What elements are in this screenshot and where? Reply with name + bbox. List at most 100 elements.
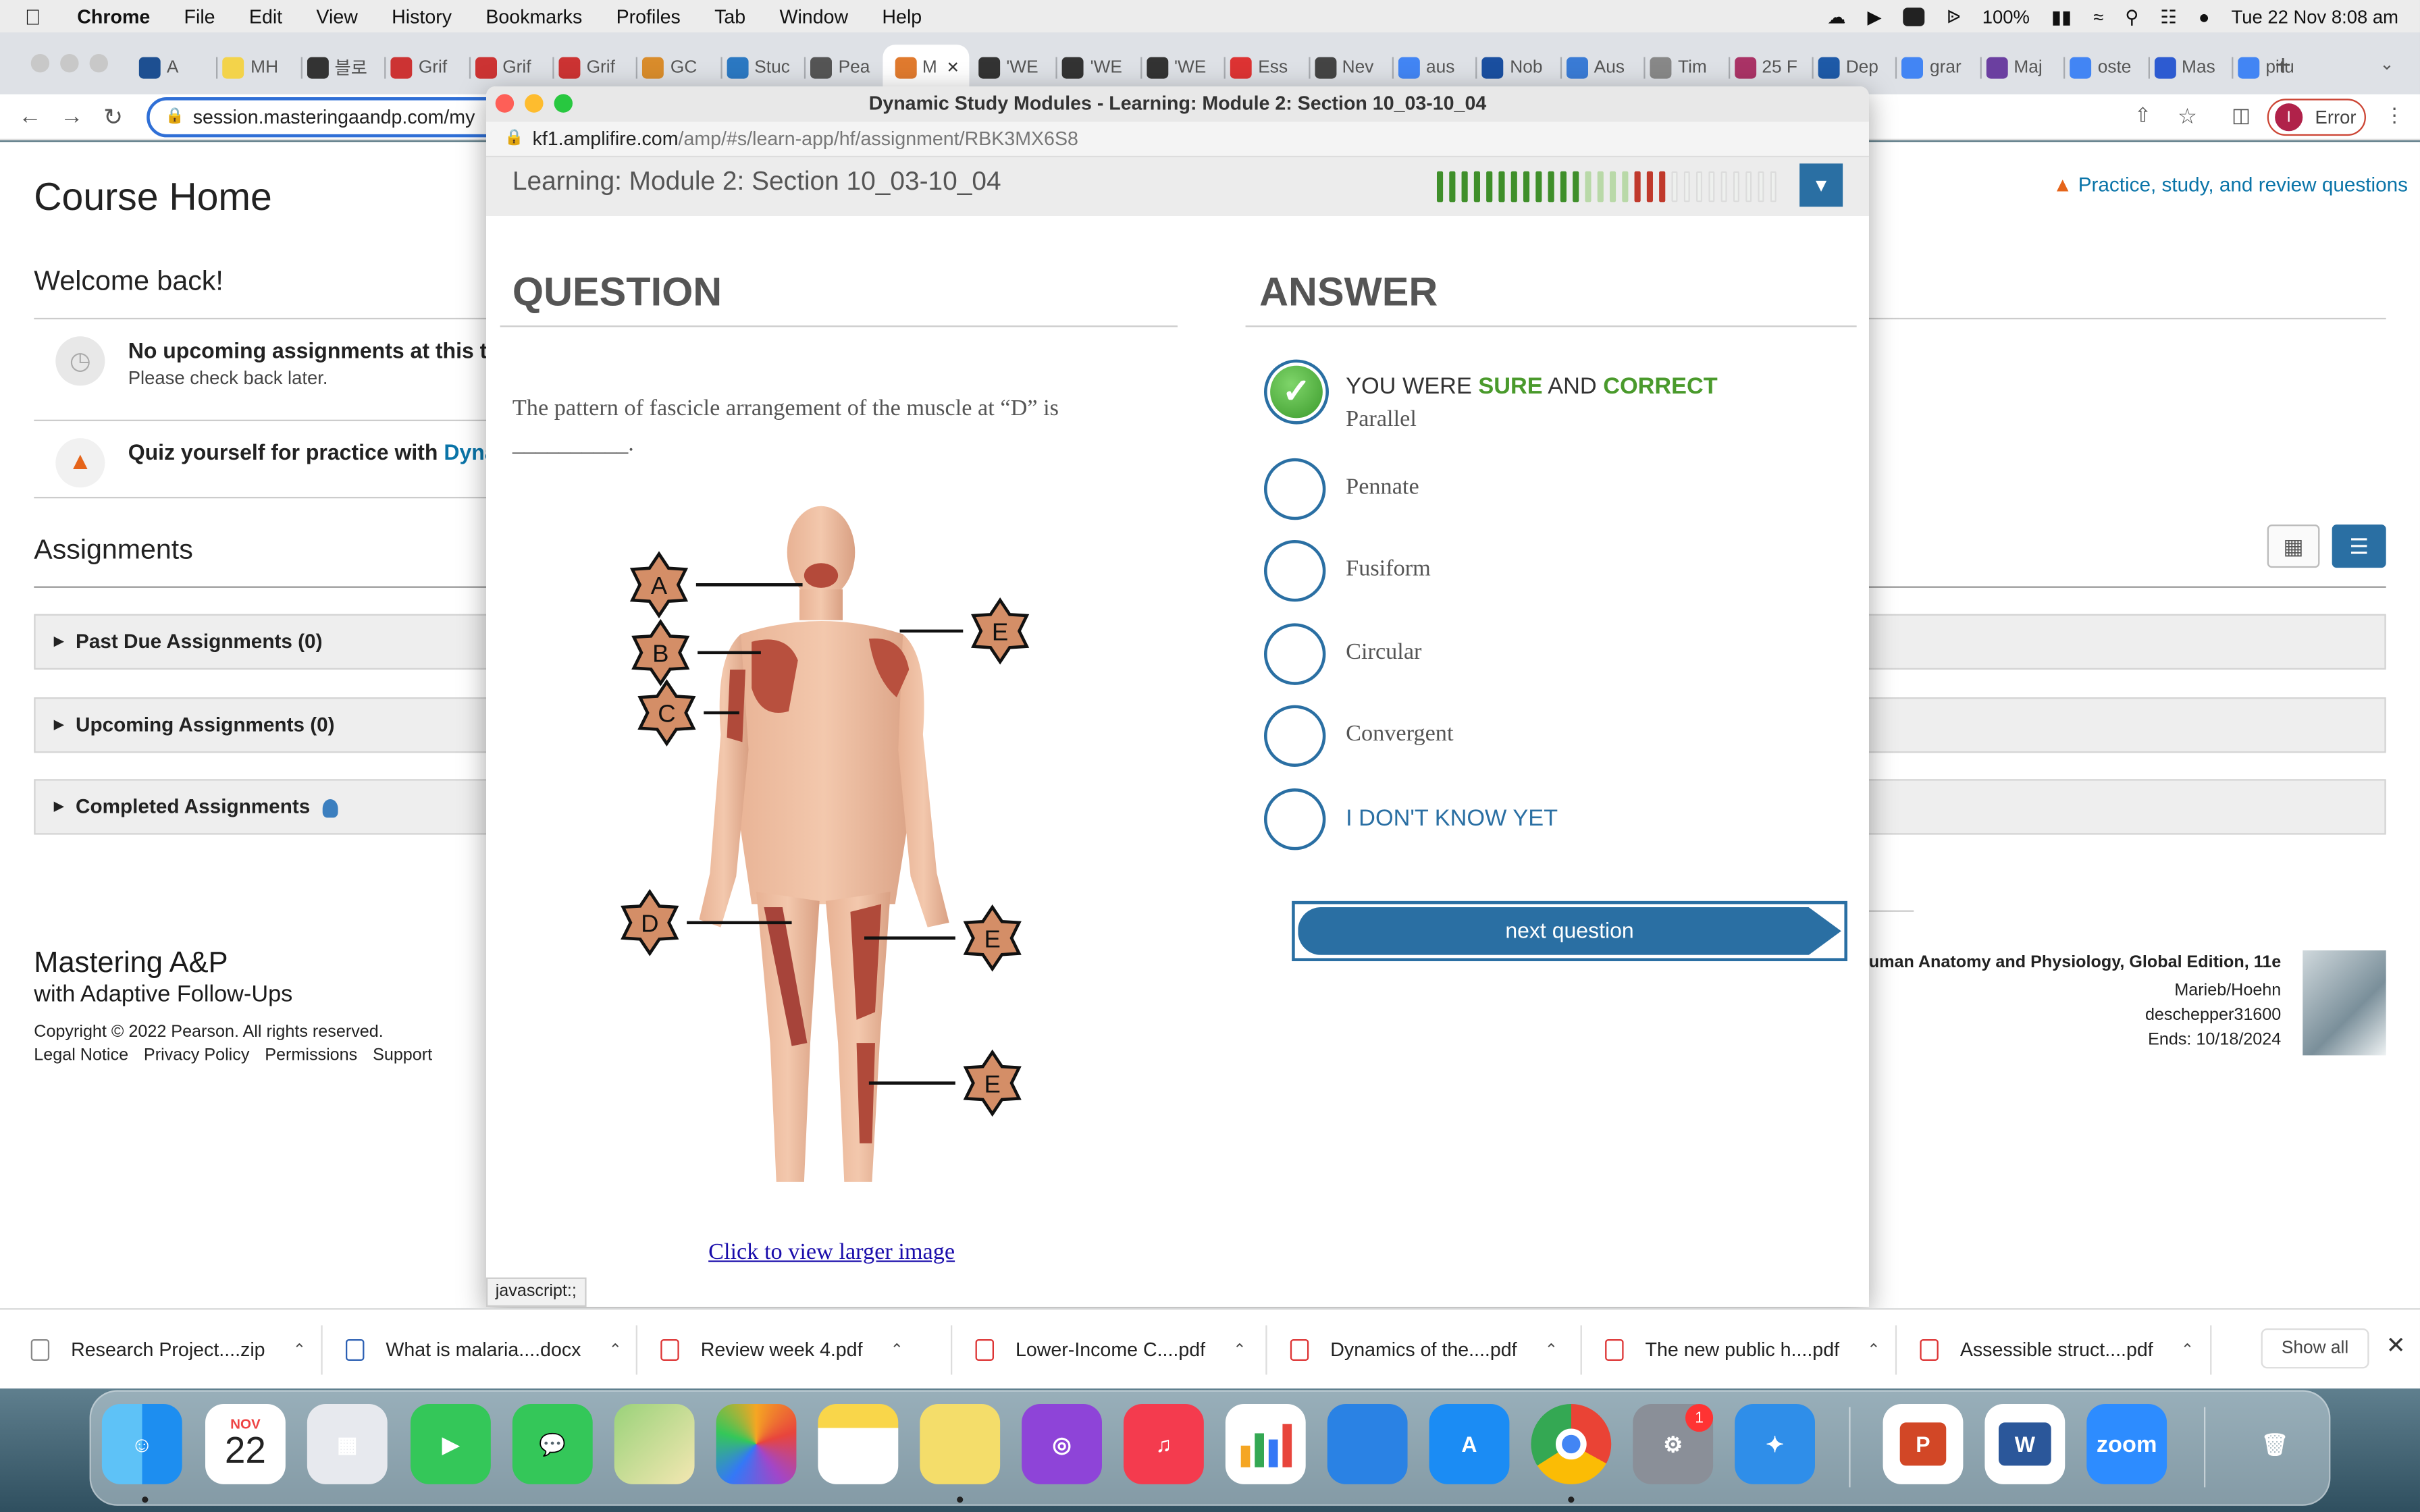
- browser-tab[interactable]: Grif: [558, 48, 633, 88]
- browser-tab[interactable]: 'WE: [978, 48, 1053, 88]
- browser-tab[interactable]: 'WE: [1146, 48, 1221, 88]
- popup-minimize-button[interactable]: [525, 94, 544, 113]
- browser-tab[interactable]: Grif: [390, 48, 465, 88]
- close-tab-icon[interactable]: ✕: [947, 59, 959, 76]
- browser-tab[interactable]: Dep: [1818, 48, 1893, 88]
- browser-tab[interactable]: 25 F: [1734, 48, 1808, 88]
- privacy-policy-link[interactable]: Privacy Policy: [144, 1046, 249, 1064]
- download-options-icon[interactable]: ⌃: [1867, 1341, 1880, 1358]
- powerpoint-icon[interactable]: P: [1883, 1403, 1964, 1484]
- download-item[interactable]: Review week 4.pdf ⌃: [660, 1310, 903, 1390]
- download-options-icon[interactable]: ⌃: [293, 1341, 306, 1358]
- menu-dropdown-button[interactable]: ▼: [1799, 163, 1843, 207]
- browser-tab[interactable]: 블로: [307, 48, 381, 88]
- profile-error-button[interactable]: I Error: [2267, 99, 2366, 136]
- word-icon[interactable]: W: [1984, 1403, 2066, 1484]
- menu-edit[interactable]: Edit: [249, 5, 282, 27]
- share-icon[interactable]: ⇧: [2134, 103, 2151, 128]
- browser-tab[interactable]: Ess: [1230, 48, 1305, 88]
- legal-notice-link[interactable]: Legal Notice: [34, 1046, 128, 1064]
- system-preferences-icon[interactable]: ⚙ 1: [1633, 1403, 1714, 1484]
- browser-tab[interactable]: Nob: [1482, 48, 1556, 88]
- menu-tab[interactable]: Tab: [714, 5, 745, 27]
- option-radio[interactable]: [1263, 705, 1326, 767]
- browser-tab[interactable]: M ✕: [882, 45, 969, 91]
- bluetooth-icon[interactable]: ᐉ: [1947, 5, 1961, 27]
- calendar-view-button[interactable]: ▦: [2267, 524, 2320, 568]
- menu-history[interactable]: History: [392, 5, 452, 27]
- practice-link[interactable]: ▲ Practice, study, and review questions: [2053, 173, 2408, 196]
- browser-tab[interactable]: Grif: [475, 48, 549, 88]
- download-options-icon[interactable]: ⌃: [609, 1341, 622, 1358]
- close-downloads-icon[interactable]: ✕: [2386, 1332, 2406, 1359]
- side-panel-icon[interactable]: ◫: [2232, 103, 2251, 128]
- app-status-icon[interactable]: [1903, 7, 1925, 26]
- browser-tab[interactable]: 'WE: [1062, 48, 1136, 88]
- menu-help[interactable]: Help: [882, 5, 922, 27]
- dont-know-option[interactable]: I DON'T KNOW YET: [1263, 788, 1820, 853]
- siri-icon[interactable]: ●: [2199, 5, 2210, 27]
- browser-tab[interactable]: Maj: [1986, 48, 2060, 88]
- download-item[interactable]: Research Project....zip ⌃: [30, 1310, 306, 1390]
- menu-app-name[interactable]: Chrome: [77, 5, 150, 27]
- download-item[interactable]: Dynamics of the....pdf ⌃: [1290, 1310, 1558, 1390]
- download-item[interactable]: What is malaria....docx ⌃: [345, 1310, 622, 1390]
- window-minimize-button[interactable]: [60, 53, 79, 73]
- option-radio[interactable]: [1263, 539, 1326, 602]
- spotlight-search-icon[interactable]: ⚲: [2125, 5, 2138, 27]
- app-store-icon[interactable]: A: [1429, 1403, 1510, 1484]
- reload-icon[interactable]: ↻: [103, 103, 123, 131]
- browser-tab[interactable]: Nev: [1314, 48, 1388, 88]
- maps-icon[interactable]: [614, 1403, 695, 1484]
- menu-file[interactable]: File: [184, 5, 215, 27]
- browser-tab[interactable]: Pea: [810, 48, 885, 88]
- popup-close-button[interactable]: [495, 94, 515, 113]
- list-view-button[interactable]: ☰: [2332, 524, 2386, 568]
- download-options-icon[interactable]: ⌃: [891, 1341, 903, 1358]
- calendar-icon[interactable]: NOV 22: [205, 1403, 286, 1484]
- browser-tab[interactable]: MH: [223, 48, 297, 88]
- window-zoom-button[interactable]: [89, 53, 108, 73]
- media-play-icon[interactable]: ▶: [1868, 5, 1882, 27]
- forward-icon[interactable]: →: [60, 103, 83, 130]
- chrome-icon[interactable]: [1531, 1403, 1612, 1484]
- download-item[interactable]: The new public h....pdf ⌃: [1605, 1310, 1880, 1390]
- stickies-icon[interactable]: [920, 1403, 1001, 1484]
- browser-tab[interactable]: GC: [642, 48, 717, 88]
- chrome-menu-icon[interactable]: ⋮: [2384, 103, 2404, 128]
- window-close-button[interactable]: [30, 53, 50, 73]
- download-item[interactable]: Lower-Income C....pdf ⌃: [975, 1310, 1246, 1390]
- creative-cloud-icon[interactable]: ☁: [1827, 5, 1845, 27]
- download-options-icon[interactable]: ⌃: [1545, 1341, 1558, 1358]
- menu-bookmarks[interactable]: Bookmarks: [485, 5, 582, 27]
- control-center-icon[interactable]: ☷: [2160, 5, 2177, 27]
- show-all-downloads-button[interactable]: Show all: [2261, 1328, 2369, 1369]
- safari-icon[interactable]: ✦: [1735, 1403, 1815, 1484]
- browser-tab[interactable]: Mas: [2153, 48, 2228, 88]
- answer-option[interactable]: Circular: [1263, 623, 1820, 688]
- address-bar[interactable]: 🔒 session.masteringaandp.com/my: [147, 97, 517, 138]
- browser-tab[interactable]: A: [138, 48, 213, 88]
- browser-tab[interactable]: oste: [2070, 48, 2145, 88]
- popup-zoom-button[interactable]: [554, 94, 573, 113]
- browser-tab[interactable]: Aus: [1566, 48, 1641, 88]
- notes-icon[interactable]: [818, 1403, 899, 1484]
- facetime-icon[interactable]: ▶: [410, 1403, 491, 1484]
- menu-window[interactable]: Window: [779, 5, 848, 27]
- menu-profiles[interactable]: Profiles: [616, 5, 681, 27]
- browser-tab[interactable]: aus: [1398, 48, 1473, 88]
- numbers-icon[interactable]: [1225, 1403, 1306, 1484]
- messages-icon[interactable]: 💬: [512, 1403, 593, 1484]
- music-icon[interactable]: ♫: [1123, 1403, 1204, 1484]
- option-radio[interactable]: [1263, 788, 1326, 850]
- option-radio[interactable]: [1263, 623, 1326, 685]
- answer-option[interactable]: Convergent: [1263, 705, 1820, 770]
- photos-icon[interactable]: [716, 1403, 797, 1484]
- next-question-button[interactable]: next question ›: [1292, 900, 1847, 961]
- answer-option[interactable]: Fusiform: [1263, 539, 1820, 605]
- menu-view[interactable]: View: [316, 5, 357, 27]
- new-tab-icon[interactable]: +: [2275, 49, 2291, 82]
- zoom-icon[interactable]: zoom: [2086, 1403, 2167, 1484]
- permissions-link[interactable]: Permissions: [265, 1046, 357, 1064]
- battery-percent[interactable]: 100%: [1982, 5, 2030, 27]
